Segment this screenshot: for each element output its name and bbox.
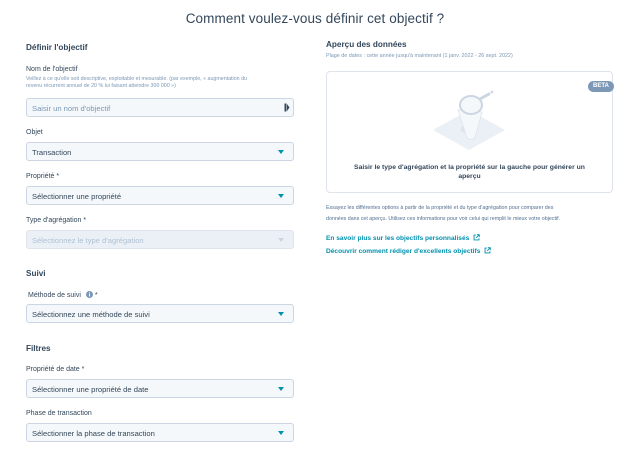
property-label: Propriété * bbox=[26, 173, 60, 180]
chevron-down-icon bbox=[278, 194, 284, 198]
deal-stage-select[interactable]: Sélectionner la phase de transaction bbox=[26, 423, 294, 442]
preview-title: Aperçu des données bbox=[326, 40, 407, 49]
aggregation-select[interactable]: Sélectionnez le type d'agrégation bbox=[26, 230, 294, 249]
preview-desc-line-1: Essayez les différentes options à partir… bbox=[326, 205, 554, 211]
goal-name-input[interactable]: Saisir un nom d'objectif bbox=[26, 98, 294, 117]
goal-name-placeholder: Saisir un nom d'objectif bbox=[32, 103, 111, 113]
preview-panel: Saisir le type d'agrégation et la propri… bbox=[326, 71, 613, 193]
external-link-icon bbox=[484, 247, 491, 254]
chevron-down-icon bbox=[278, 150, 284, 154]
preview-date-range: Plage de dates : cette année jusqu'à mai… bbox=[326, 53, 513, 59]
preview-desc-line-2: données dans cet aperçu. Utilisez ces in… bbox=[326, 216, 561, 222]
write-great-goals-link-text: Découvrir comment rédiger d'excellents o… bbox=[326, 248, 481, 255]
aggregation-placeholder: Sélectionnez le type d'agrégation bbox=[32, 235, 144, 245]
chevron-down-icon bbox=[278, 238, 284, 242]
object-value: Transaction bbox=[32, 147, 72, 157]
tracking-method-label: Méthode de suivi * bbox=[28, 291, 98, 299]
object-select[interactable]: Transaction bbox=[26, 142, 294, 161]
chevron-down-icon bbox=[278, 431, 284, 435]
tracking-method-placeholder: Sélectionnez une méthode de suivi bbox=[32, 309, 150, 319]
preview-description: Essayez les différentes options à partir… bbox=[326, 203, 560, 225]
define-section-title: Définir l'objectif bbox=[26, 43, 88, 52]
preview-empty-line-1: Saisir le type d'agrégation et la propri… bbox=[354, 164, 585, 171]
deal-stage-label: Phase de transaction bbox=[26, 410, 92, 417]
goal-name-help-line-2: revenu récurrent annuel de 20 % lui fais… bbox=[26, 83, 176, 90]
property-select[interactable]: Sélectionner une propriété bbox=[26, 186, 294, 205]
date-property-placeholder: Sélectionner une propriété de date bbox=[32, 384, 149, 394]
personalize-token-icon[interactable] bbox=[284, 103, 290, 112]
page-title: Comment voulez-vous définir cet objectif… bbox=[185, 11, 445, 26]
object-label: Objet bbox=[26, 129, 43, 136]
tracking-method-select[interactable]: Sélectionnez une méthode de suivi bbox=[26, 304, 294, 323]
filters-section-title: Filtres bbox=[26, 344, 51, 353]
write-great-goals-link[interactable]: Découvrir comment rédiger d'excellents o… bbox=[326, 247, 491, 255]
tracking-section-title: Suivi bbox=[26, 269, 46, 278]
beta-badge: BETA bbox=[588, 81, 614, 92]
tracking-method-label-text: Méthode de suivi bbox=[28, 292, 81, 299]
goal-name-label: Nom de l'objectif bbox=[26, 66, 78, 73]
property-placeholder: Sélectionner une propriété bbox=[32, 191, 122, 201]
aggregation-label: Type d'agrégation * bbox=[26, 217, 87, 224]
preview-empty-message: Saisir le type d'agrégation et la propri… bbox=[327, 164, 612, 181]
date-property-label: Propriété de date * bbox=[26, 366, 85, 373]
goal-name-help: Veillez à ce qu'elle soit descriptive, e… bbox=[26, 76, 247, 91]
learn-custom-goals-link-text: En savoir plus sur les objectifs personn… bbox=[326, 235, 470, 242]
learn-custom-goals-link[interactable]: En savoir plus sur les objectifs personn… bbox=[326, 234, 480, 242]
chevron-down-icon bbox=[278, 387, 284, 391]
deal-stage-placeholder: Sélectionner la phase de transaction bbox=[32, 428, 155, 438]
required-asterisk: * bbox=[94, 292, 98, 299]
info-icon[interactable] bbox=[85, 291, 93, 298]
goal-name-help-line-1: Veillez à ce qu'elle soit descriptive, e… bbox=[26, 76, 247, 82]
preview-empty-line-2: aperçu bbox=[458, 172, 481, 180]
magnifier-illustration-icon bbox=[433, 90, 505, 150]
external-link-icon bbox=[473, 234, 480, 241]
chevron-down-icon bbox=[278, 312, 284, 316]
date-property-select[interactable]: Sélectionner une propriété de date bbox=[26, 379, 294, 398]
